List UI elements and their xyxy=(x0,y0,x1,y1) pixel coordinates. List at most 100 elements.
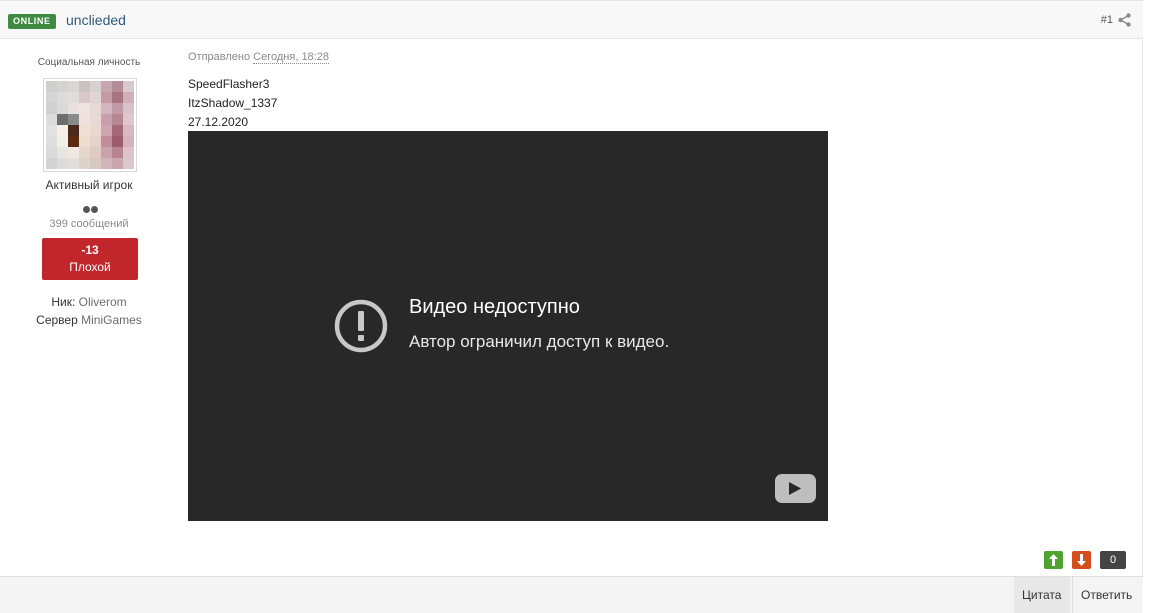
embedded-video-player[interactable]: Видео недоступно Автор ограничил доступ … xyxy=(188,131,828,521)
avatar-pixel xyxy=(68,147,79,158)
avatar-pixel xyxy=(123,158,134,169)
server-value: MiniGames xyxy=(81,313,142,327)
avatar-pixel xyxy=(46,114,57,125)
avatar-pixel xyxy=(68,136,79,147)
avatar-pixel xyxy=(68,125,79,136)
video-error-title: Видео недоступно xyxy=(409,296,580,318)
avatar-pixel xyxy=(68,92,79,103)
avatar-pixel xyxy=(57,92,68,103)
youtube-logo-icon[interactable] xyxy=(775,474,816,503)
avatar-pixel xyxy=(90,81,101,92)
arrow-up-icon xyxy=(1049,554,1058,566)
avatar-pixel xyxy=(57,103,68,114)
avatar-pixel xyxy=(46,103,57,114)
avatar-pixel xyxy=(101,136,112,147)
server-label: Сервер xyxy=(36,313,78,327)
post-text-line: ItzShadow_1337 xyxy=(188,96,278,110)
avatar-pixel xyxy=(79,136,90,147)
avatar-pixel xyxy=(90,103,101,114)
avatar-pixel xyxy=(123,136,134,147)
nick-label: Ник: xyxy=(51,295,76,309)
avatar-pixel xyxy=(101,158,112,169)
avatar-pixel xyxy=(123,92,134,103)
avatar-pixel xyxy=(123,147,134,158)
post-count: 399 сообщений xyxy=(49,218,129,230)
nick-field: Ник: Oliverom xyxy=(0,295,178,309)
avatar-pixel xyxy=(90,158,101,169)
avatar-pixel xyxy=(90,114,101,125)
rank-pip xyxy=(83,206,90,213)
avatar-pixel xyxy=(68,103,79,114)
avatar-pixel xyxy=(112,81,123,92)
post-number-link[interactable]: #1 xyxy=(1101,14,1113,26)
avatar-pixel xyxy=(68,81,79,92)
avatar-pixel xyxy=(46,136,57,147)
avatar-pixel xyxy=(46,158,57,169)
avatar-pixel xyxy=(46,81,57,92)
avatar[interactable] xyxy=(43,78,137,172)
post-header: ONLINE unclieded #1 xyxy=(0,0,1143,39)
avatar-pixel xyxy=(46,147,57,158)
avatar-pixel xyxy=(57,136,68,147)
avatar-pixel xyxy=(101,147,112,158)
exclamation-circle-icon xyxy=(334,299,388,353)
avatar-pixel xyxy=(79,103,90,114)
avatar-pixel xyxy=(112,92,123,103)
avatar-pixel xyxy=(57,158,68,169)
avatar-pixel xyxy=(101,125,112,136)
post-date: Отправлено Сегодня, 18:28 xyxy=(188,51,329,64)
post-date-value: Сегодня, 18:28 xyxy=(253,51,329,64)
avatar-pixel xyxy=(112,147,123,158)
avatar-pixel xyxy=(79,81,90,92)
avatar-pixel xyxy=(79,92,90,103)
rank-pip xyxy=(91,206,98,213)
vote-count: 0 xyxy=(1100,551,1126,569)
arrow-down-icon xyxy=(1077,554,1086,566)
avatar-pixel xyxy=(123,81,134,92)
vote-up-button[interactable] xyxy=(1044,551,1063,569)
server-field: Сервер MiniGames xyxy=(0,313,178,327)
avatar-pixel xyxy=(101,81,112,92)
avatar-pixel xyxy=(90,136,101,147)
avatar-pixel xyxy=(123,103,134,114)
avatar-pixel xyxy=(90,147,101,158)
avatar-pixel xyxy=(46,92,57,103)
group-name: Активный игрок xyxy=(45,178,133,192)
reputation-label: Плохой xyxy=(69,260,111,274)
share-icon[interactable] xyxy=(1118,13,1131,27)
author-name-link[interactable]: unclieded xyxy=(66,12,126,28)
reply-button[interactable]: Ответить xyxy=(1072,577,1141,613)
avatar-image[interactable] xyxy=(46,81,134,169)
avatar-pixel xyxy=(46,125,57,136)
avatar-pixel xyxy=(112,158,123,169)
avatar-pixel xyxy=(68,158,79,169)
vote-down-button[interactable] xyxy=(1072,551,1091,569)
avatar-pixel xyxy=(57,81,68,92)
reputation-value: -13 xyxy=(81,243,99,257)
quote-button[interactable]: Цитата xyxy=(1014,577,1070,613)
avatar-pixel xyxy=(112,136,123,147)
avatar-pixel xyxy=(79,147,90,158)
avatar-pixel xyxy=(57,147,68,158)
avatar-pixel xyxy=(123,125,134,136)
forum-post: ONLINE unclieded #1 Социальная личность … xyxy=(0,0,1143,613)
avatar-pixel xyxy=(79,158,90,169)
reputation-badge: -13 Плохой xyxy=(42,238,138,280)
avatar-pixel xyxy=(68,114,79,125)
avatar-pixel xyxy=(57,125,68,136)
avatar-pixel xyxy=(57,114,68,125)
avatar-pixel xyxy=(101,103,112,114)
avatar-pixel xyxy=(112,114,123,125)
post-footer: Цитата Ответить xyxy=(0,576,1143,613)
avatar-pixel xyxy=(90,125,101,136)
avatar-pixel xyxy=(101,92,112,103)
post-date-prefix: Отправлено xyxy=(188,51,251,63)
post-text-line: SpeedFlasher3 xyxy=(188,77,270,91)
avatar-pixel xyxy=(112,103,123,114)
play-icon xyxy=(789,482,801,495)
avatar-pixel xyxy=(123,114,134,125)
avatar-pixel xyxy=(90,92,101,103)
post-text-line: 27.12.2020 xyxy=(188,115,249,129)
nick-value: Oliverom xyxy=(78,295,127,309)
avatar-pixel xyxy=(79,125,90,136)
